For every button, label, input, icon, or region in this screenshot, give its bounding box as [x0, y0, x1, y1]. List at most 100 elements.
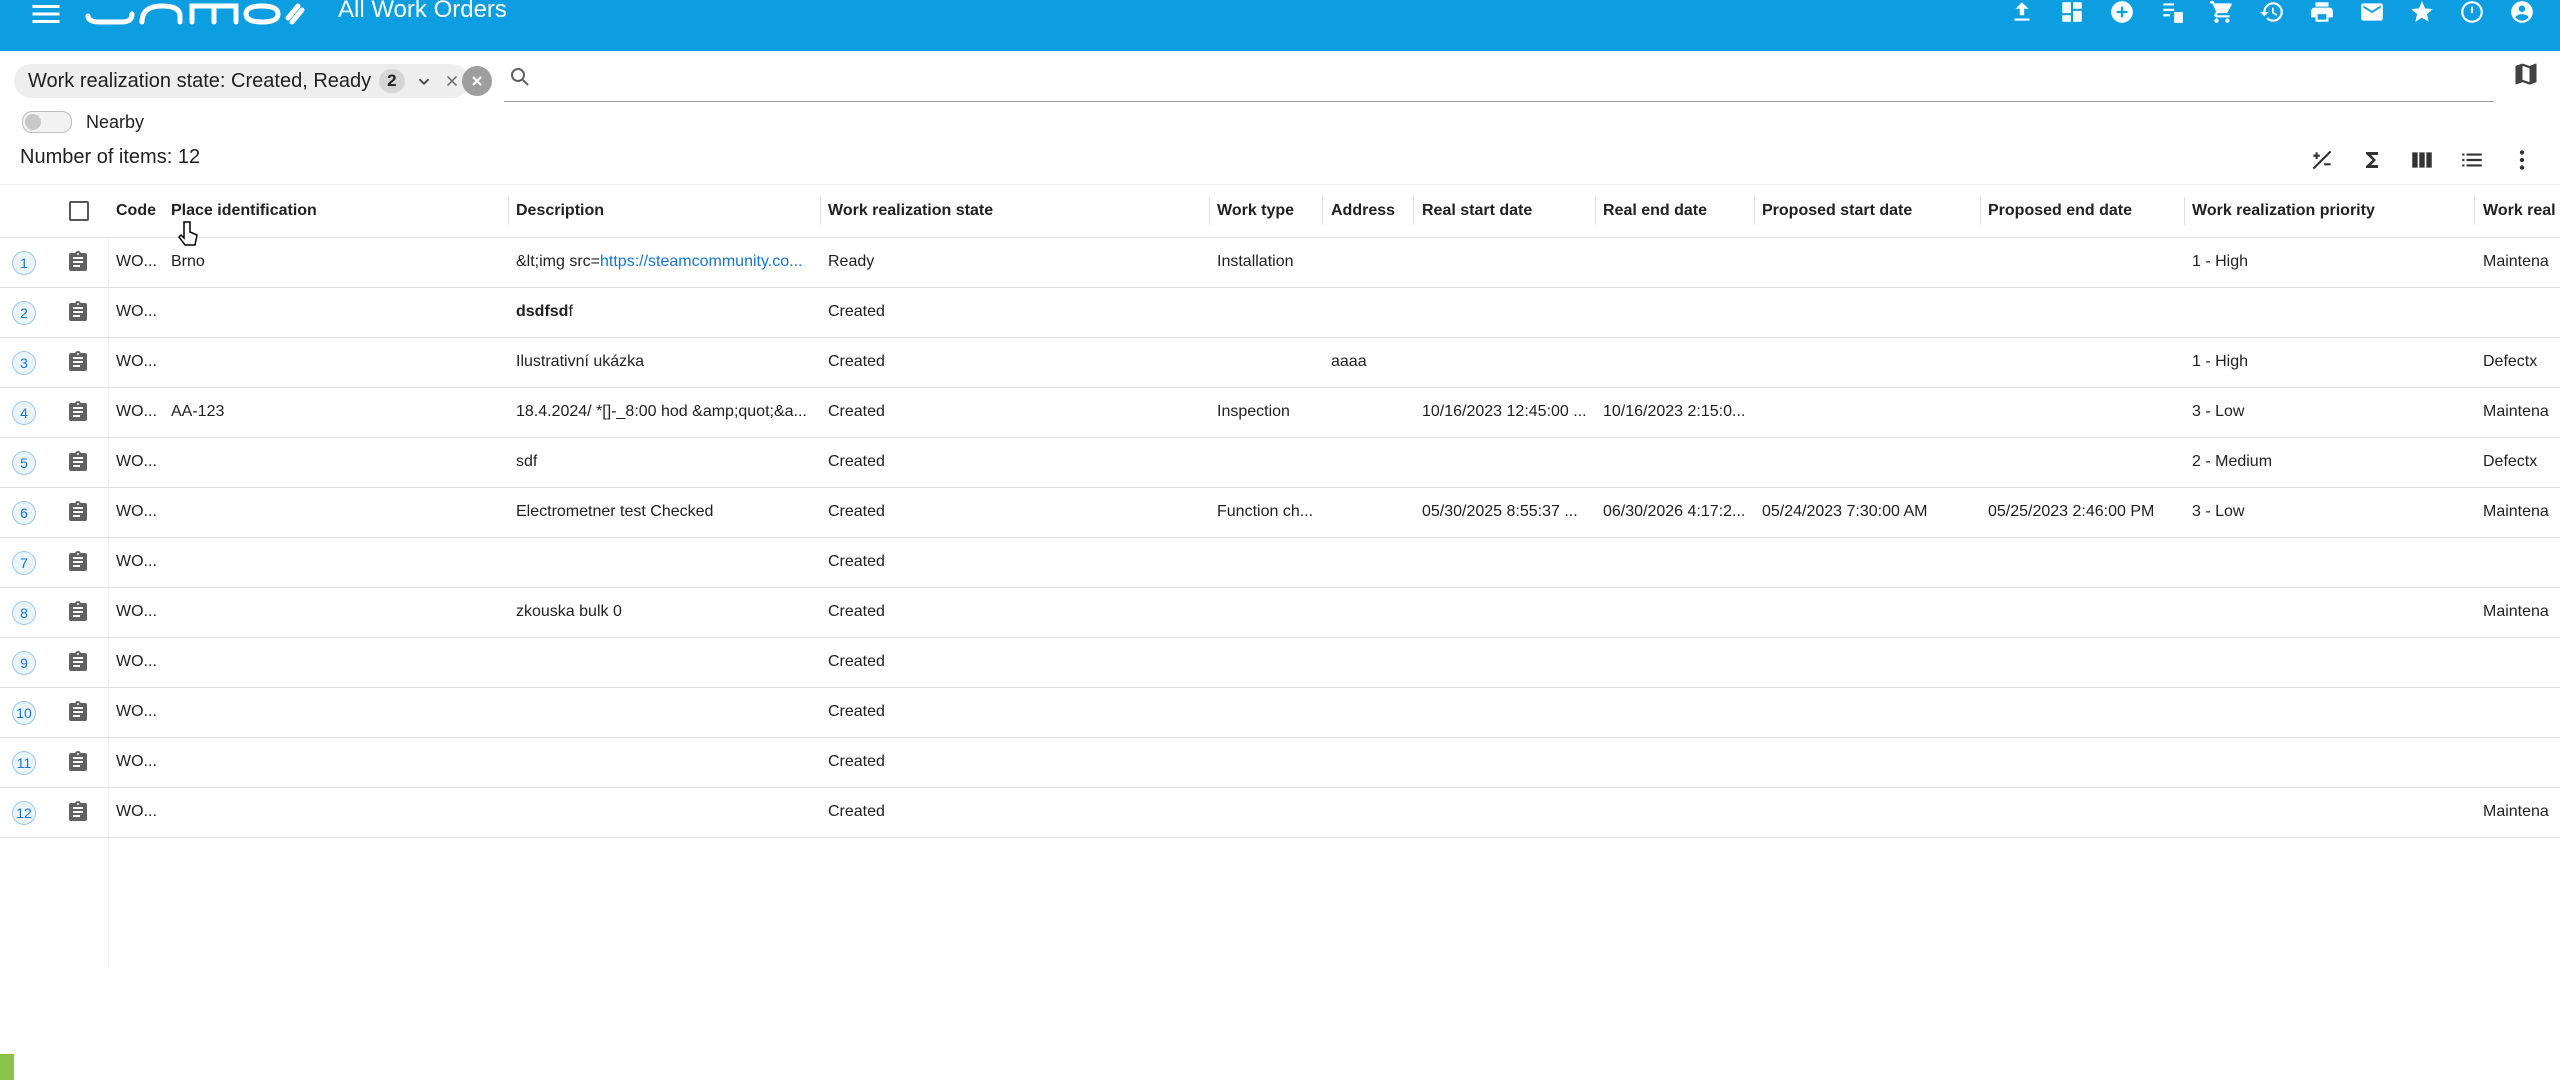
assignment-list-icon[interactable]: [2154, 0, 2190, 30]
grid-toolbar: [2304, 142, 2540, 178]
clipboard-icon[interactable]: [66, 500, 90, 529]
description-link[interactable]: https://steamcommunity.co...: [600, 253, 802, 270]
clipboard-icon[interactable]: [66, 250, 90, 279]
cell-proposed-end: [1988, 537, 2178, 587]
row-number: 11: [12, 751, 36, 775]
filter-chip[interactable]: Work realization state: Created, Ready 2: [14, 64, 469, 98]
description-text-rest: f: [568, 303, 573, 320]
plus-minus-icon[interactable]: [2304, 142, 2340, 178]
cell-real-end: [1603, 637, 1749, 687]
col-address[interactable]: Address: [1331, 185, 1395, 237]
chevron-down-icon[interactable]: [413, 70, 435, 92]
more-vert-icon[interactable]: [2504, 142, 2540, 178]
cell-proposed-end: [1988, 437, 2178, 487]
col-description[interactable]: Description: [516, 185, 604, 237]
cell-place: [171, 337, 501, 387]
history-icon[interactable]: [2254, 0, 2290, 30]
cell-proposed-end: [1988, 687, 2178, 737]
table-row[interactable]: 10 WO... Created: [0, 687, 2560, 738]
col-proposed-start-date[interactable]: Proposed start date: [1762, 185, 1912, 237]
clipboard-icon[interactable]: [66, 300, 90, 329]
account-icon[interactable]: [2504, 0, 2540, 30]
cell-code: WO...: [116, 503, 157, 520]
cell-real-end: [1603, 737, 1749, 787]
table-row[interactable]: 1 WO... Brno Ready Installation 1 - High Maint…: [0, 237, 2560, 288]
cell-real-start: [1422, 637, 1590, 687]
cell-state: Ready: [828, 253, 875, 270]
cell-work-real: Maintena: [2483, 503, 2549, 520]
clipboard-icon[interactable]: [66, 450, 90, 479]
col-proposed-end-date[interactable]: Proposed end date: [1988, 185, 2132, 237]
cart-icon[interactable]: [2204, 0, 2240, 30]
cell-real-end: [1603, 237, 1749, 287]
table-row[interactable]: 12 WO... Created Maintena: [0, 787, 2560, 838]
row-number: 6: [12, 501, 36, 525]
cell-state: Created: [828, 753, 885, 770]
cell-priority: [2192, 737, 2468, 787]
select-all-checkbox[interactable]: [69, 201, 89, 221]
clear-filters-button[interactable]: [462, 66, 492, 96]
cell-state: Created: [828, 553, 885, 570]
sum-icon[interactable]: [2354, 142, 2390, 178]
menu-icon[interactable]: [28, 0, 64, 32]
clipboard-icon[interactable]: [66, 700, 90, 729]
clipboard-icon[interactable]: [66, 550, 90, 579]
search-input[interactable]: [544, 63, 2448, 97]
table-row[interactable]: 7 WO... Created: [0, 537, 2560, 588]
table-row[interactable]: 6 WO... Created Function ch... 05/30/2025 8:…: [0, 487, 2560, 538]
table-row[interactable]: 3 WO... Created aaaa 1 - High Defectx Ilustrat…: [0, 337, 2560, 388]
nearby-switch[interactable]: [22, 111, 72, 133]
search-field[interactable]: [504, 61, 2494, 102]
clipboard-icon[interactable]: [66, 600, 90, 629]
clipboard-icon[interactable]: [66, 750, 90, 779]
map-icon[interactable]: [2512, 60, 2540, 93]
col-work-realization-priority[interactable]: Work realization priority: [2192, 185, 2375, 237]
print-icon[interactable]: [2304, 0, 2340, 30]
table-header: Code Place identification Description Wo…: [0, 184, 2560, 238]
column-guide: [108, 236, 109, 966]
star-icon[interactable]: [2404, 0, 2440, 30]
clipboard-icon[interactable]: [66, 350, 90, 379]
table-row[interactable]: 4 WO... AA-123 Created Inspection 10/16/2023 …: [0, 387, 2560, 438]
cell-description: Ilustrativní ukázka: [516, 337, 812, 387]
table-row[interactable]: 8 WO... Created Maintena zkouska bulk 0: [0, 587, 2560, 638]
row-number: 4: [12, 401, 36, 425]
samo-logo: [80, 0, 320, 30]
table-row[interactable]: 5 WO... Created 2 - Medium Defectx sdf: [0, 437, 2560, 488]
cell-place: [171, 637, 501, 687]
clipboard-icon[interactable]: [66, 650, 90, 679]
columns-icon[interactable]: [2404, 142, 2440, 178]
col-work-realization-state[interactable]: Work realization state: [828, 185, 993, 237]
cell-work-type: [1217, 637, 1317, 687]
mail-icon[interactable]: [2354, 0, 2390, 30]
cell-proposed-end: [1988, 787, 2178, 837]
timer-icon[interactable]: [2454, 0, 2490, 30]
cell-real-end: [1603, 687, 1749, 737]
col-work-real[interactable]: Work real: [2483, 185, 2560, 237]
cell-priority: [2192, 587, 2468, 637]
cell-work-real: Maintena: [2483, 253, 2549, 270]
close-icon[interactable]: [443, 72, 461, 90]
cell-description: sdf: [516, 437, 812, 487]
list-icon[interactable]: [2454, 142, 2490, 178]
cell-work-real: [2483, 537, 2560, 587]
table-row[interactable]: 11 WO... Created: [0, 737, 2560, 788]
col-real-start-date[interactable]: Real start date: [1422, 185, 1532, 237]
cell-real-start: 10/16/2023 12:45:00 ...: [1422, 403, 1587, 420]
table-row[interactable]: 2 WO... Created dsdfsdf: [0, 287, 2560, 338]
add-circle-icon[interactable]: [2104, 0, 2140, 30]
dashboard-icon[interactable]: [2054, 0, 2090, 30]
nearby-toggle[interactable]: Nearby: [22, 108, 144, 136]
col-code[interactable]: Code: [116, 185, 156, 237]
cell-address: [1331, 437, 1409, 487]
clipboard-icon[interactable]: [66, 800, 90, 829]
col-real-end-date[interactable]: Real end date: [1603, 185, 1707, 237]
clipboard-icon[interactable]: [66, 400, 90, 429]
cell-real-start: [1422, 287, 1590, 337]
page-title: All Work Orders: [338, 0, 507, 23]
cell-proposed-end: 05/25/2023 2:46:00 PM: [1988, 503, 2155, 520]
cell-real-start: [1422, 337, 1590, 387]
upload-icon[interactable]: [2004, 0, 2040, 30]
table-row[interactable]: 9 WO... Created: [0, 637, 2560, 688]
col-work-type[interactable]: Work type: [1217, 185, 1294, 237]
